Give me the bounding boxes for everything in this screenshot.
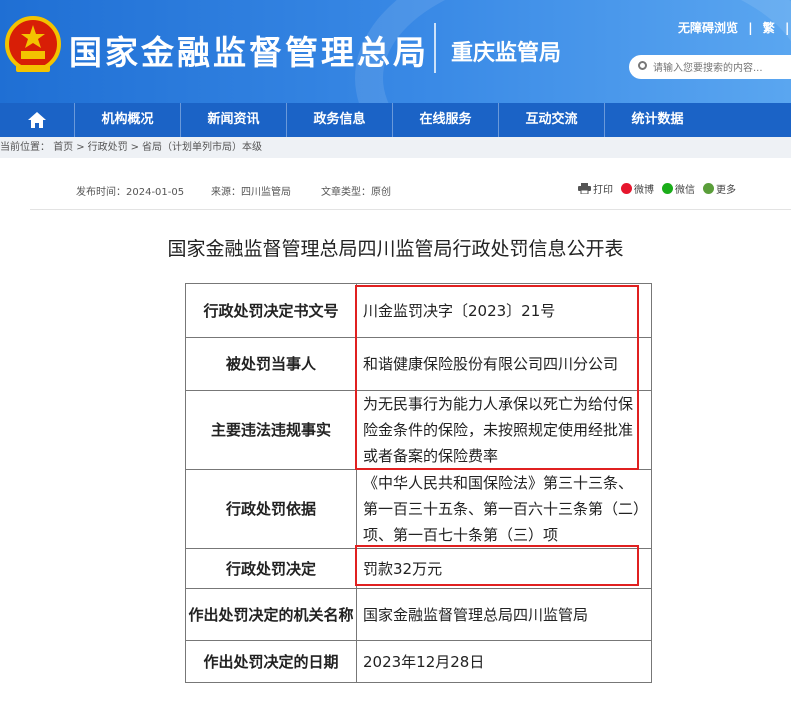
- wechat-label: 微信: [675, 185, 695, 196]
- row-label: 行政处罚决定书文号: [185, 283, 357, 338]
- article-source: 来源：四川监管局: [211, 187, 291, 198]
- row-value: 国家金融监督管理总局四川监管局: [356, 588, 652, 641]
- more-label: 更多: [716, 185, 736, 196]
- table-row: 作出处罚决定的日期 2023年12月28日: [185, 640, 652, 683]
- national-emblem-icon: [5, 16, 61, 72]
- row-label: 被处罚当事人: [185, 337, 357, 391]
- highlight-box-penalty: [355, 545, 639, 586]
- wechat-button[interactable]: 微信: [662, 181, 695, 196]
- breadcrumb-item-penalty[interactable]: 行政处罚: [88, 142, 128, 153]
- row-label: 作出处罚决定的日期: [185, 640, 357, 683]
- site-title[interactable]: 国家金融监督管理总局: [69, 26, 429, 74]
- row-label: 作出处罚决定的机关名称: [185, 588, 357, 641]
- search-input[interactable]: [651, 57, 790, 79]
- breadcrumb-prefix: 当前位置：: [0, 142, 50, 153]
- publish-time: 发布时间：2024-01-05: [76, 187, 185, 198]
- wechat-icon: [662, 183, 673, 194]
- table-row: 行政处罚依据 《中华人民共和国保险法》第三十三条、第一百三十五条、第一百六十三条…: [185, 469, 652, 549]
- row-value: 2023年12月28日: [356, 640, 652, 683]
- home-icon: [28, 112, 46, 128]
- site-header: 国家金融监督管理总局 重庆监管局 无障碍浏览 | 繁 |: [0, 0, 791, 103]
- accessibility-link[interactable]: 无障碍浏览: [678, 21, 738, 35]
- traditional-chinese-link[interactable]: 繁: [763, 21, 775, 35]
- row-label: 主要违法违规事实: [185, 390, 357, 470]
- sub-title: 重庆监管局: [451, 41, 562, 66]
- weibo-icon: [621, 183, 632, 194]
- breadcrumb-item-current[interactable]: 省局（计划单列市局）本级: [142, 142, 262, 153]
- breadcrumb-separator: >: [76, 142, 85, 153]
- link-separator: |: [784, 21, 790, 35]
- nav-item-news[interactable]: 新闻资讯: [180, 103, 286, 137]
- top-links: 无障碍浏览 | 繁 |: [678, 19, 791, 36]
- title-divider: [434, 23, 436, 73]
- breadcrumb-item-home[interactable]: 首页: [53, 142, 73, 153]
- search-icon[interactable]: [638, 61, 647, 70]
- more-share-button[interactable]: 更多: [703, 181, 736, 196]
- row-value: 《中华人民共和国保险法》第三十三条、第一百三十五条、第一百六十三条第（二）项、第…: [356, 469, 652, 549]
- nav-item-about[interactable]: 机构概况: [74, 103, 180, 137]
- weibo-button[interactable]: 微博: [621, 181, 654, 196]
- print-label: 打印: [593, 185, 613, 196]
- meta-divider: [30, 209, 791, 210]
- more-icon: [703, 183, 714, 194]
- breadcrumb: 当前位置： 首页 > 行政处罚 > 省局（计划单列市局）本级: [0, 137, 791, 158]
- row-label: 行政处罚依据: [185, 469, 357, 549]
- breadcrumb-separator: >: [130, 142, 139, 153]
- article-type: 文章类型：原创: [321, 187, 391, 198]
- document-title: 国家金融监督管理总局四川监管局行政处罚信息公开表: [167, 238, 624, 260]
- table-row: 作出处罚决定的机关名称 国家金融监督管理总局四川监管局: [185, 588, 652, 641]
- row-label: 行政处罚决定: [185, 548, 357, 589]
- weibo-label: 微博: [634, 185, 654, 196]
- nav-item-government-info[interactable]: 政务信息: [286, 103, 392, 137]
- highlight-box-top: [355, 285, 639, 470]
- link-separator: |: [748, 21, 753, 35]
- nav-item-online-service[interactable]: 在线服务: [392, 103, 498, 137]
- nav-item-statistics[interactable]: 统计数据: [604, 103, 710, 137]
- nav-item-interaction[interactable]: 互动交流: [498, 103, 604, 137]
- print-button[interactable]: 打印: [578, 181, 613, 196]
- print-icon: [578, 183, 591, 194]
- search-box[interactable]: [629, 55, 791, 79]
- main-nav: 机构概况 新闻资讯 政务信息 在线服务 互动交流 统计数据: [0, 103, 791, 137]
- share-bar: 打印 微博 微信 更多: [578, 181, 736, 196]
- nav-home[interactable]: [0, 103, 74, 137]
